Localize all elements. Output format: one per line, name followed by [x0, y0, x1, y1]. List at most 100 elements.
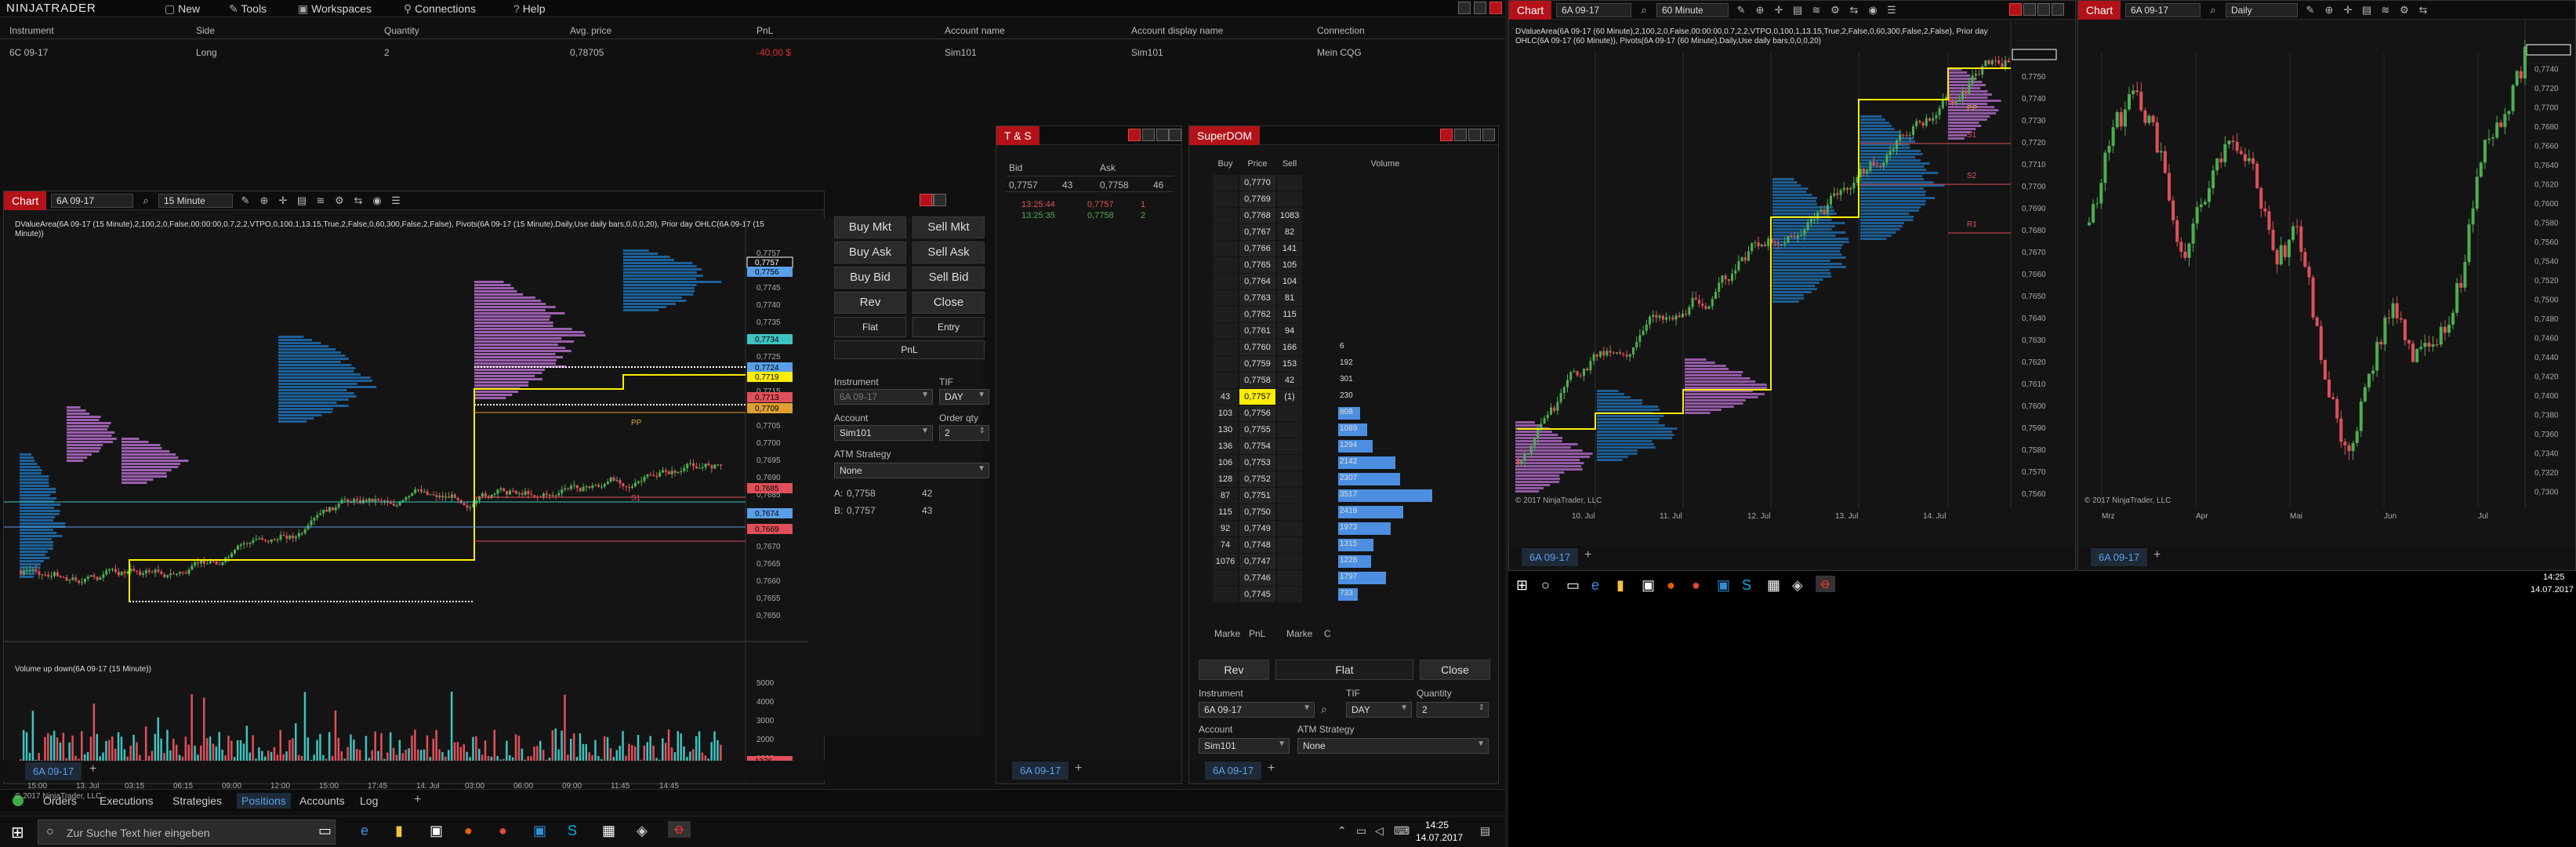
col-avg-price[interactable]: Avg. price: [570, 25, 611, 36]
ct-atm-select[interactable]: None ▼: [834, 463, 989, 478]
dom-row[interactable]: 0,7766 141: [1213, 241, 1448, 256]
dom-buy-cell[interactable]: 74: [1213, 537, 1238, 553]
search-box[interactable]: ○ Zur Suche Text hier eingeben: [38, 820, 336, 845]
dom-row[interactable]: 115 0,7750 2419: [1213, 504, 1448, 520]
store-icon[interactable]: ▣: [1642, 577, 1655, 594]
menu-connections[interactable]: ⚲ Connections: [404, 2, 476, 16]
explorer-icon[interactable]: ▮: [1616, 577, 1624, 594]
dom-row[interactable]: 1076 0,7747 1228: [1213, 554, 1448, 569]
dom-buy-cell[interactable]: [1213, 224, 1238, 240]
search-icon[interactable]: ⌕: [2207, 4, 2219, 16]
col-account-display[interactable]: Account display name: [1131, 25, 1223, 36]
app-icon[interactable]: ◈: [1792, 577, 1803, 594]
explorer-icon[interactable]: ▮: [395, 823, 403, 839]
col-side[interactable]: Side: [196, 25, 215, 36]
chart1-price-panel[interactable]: DValueArea(6A 09-17 (15 Minute),2,100,2,…: [4, 218, 824, 801]
chart2-x[interactable]: [2052, 3, 2064, 16]
dom-row[interactable]: 43 0,7757 (1) 230: [1213, 389, 1448, 405]
dom-buy-cell[interactable]: 136: [1213, 438, 1238, 454]
dom-sell-cell[interactable]: [1277, 537, 1302, 553]
dom-row[interactable]: 0,7761 94: [1213, 323, 1448, 339]
dom-sell-cell[interactable]: 82: [1277, 224, 1302, 240]
dom-tif-select[interactable]: DAY ▼: [1346, 702, 1412, 718]
zoom-icon[interactable]: ⊕: [2323, 4, 2335, 16]
task-view-icon[interactable]: ▭: [318, 823, 332, 839]
notifications-icon[interactable]: ▤: [1480, 824, 1490, 838]
tray-chevron-icon[interactable]: ⌃: [1337, 824, 1347, 838]
ts-close-button[interactable]: [1128, 129, 1141, 141]
chart2-instrument-select[interactable]: 6A 09-17: [1556, 3, 1631, 17]
menu-help[interactable]: ? Help: [513, 2, 545, 15]
dom-row[interactable]: 0,7762 115: [1213, 307, 1448, 322]
strategies-icon[interactable]: ⚙: [333, 194, 346, 207]
ts-max-button[interactable]: [1156, 129, 1169, 141]
dom-buy-cell[interactable]: 115: [1213, 504, 1238, 520]
dom-row[interactable]: 0,7746 1797: [1213, 570, 1448, 586]
dom-sell-cell[interactable]: [1277, 191, 1302, 207]
teamviewer-icon[interactable]: ▣: [533, 823, 546, 839]
firefox-icon[interactable]: ●: [1667, 577, 1675, 594]
chart2-tab[interactable]: 6A 09-17: [1522, 548, 1579, 566]
chart2-price-panel[interactable]: DValueArea(6A 09-17 (60 Minute),2,100,2,…: [1509, 21, 2075, 547]
properties-icon[interactable]: ▤: [1791, 4, 1804, 16]
dom-account-select[interactable]: Sim101 ▼: [1199, 738, 1290, 754]
task-view-icon[interactable]: ▭: [1566, 577, 1580, 594]
add-tab-icon[interactable]: +: [1584, 548, 1591, 562]
skype-icon[interactable]: S: [568, 823, 577, 839]
dom-sell-cell[interactable]: 42: [1277, 373, 1302, 388]
superdom-ladder[interactable]: Buy Price Sell Volume 0,7770 0,7769 0,7768…: [1213, 159, 1497, 653]
properties-icon[interactable]: ▤: [296, 194, 308, 207]
start-icon[interactable]: ⊞: [1516, 577, 1528, 594]
teamviewer-icon[interactable]: ▣: [1717, 577, 1730, 594]
chrome-icon[interactable]: ●: [499, 823, 507, 839]
ninjatrader-icon[interactable]: ꝋ: [1816, 576, 1835, 592]
dom-sell-cell[interactable]: (1): [1277, 389, 1302, 405]
sell-mkt-button[interactable]: Sell Mkt: [912, 216, 985, 238]
start-icon[interactable]: ⊞: [11, 823, 24, 842]
dom-buy-cell[interactable]: 1076: [1213, 554, 1238, 569]
buy-ask-button[interactable]: Buy Ask: [834, 242, 906, 264]
add-tab-icon[interactable]: +: [89, 762, 96, 776]
dom-sell-cell[interactable]: 115: [1277, 307, 1302, 322]
dom-row[interactable]: 0,7770: [1213, 175, 1448, 191]
keyboard-icon[interactable]: ⌨: [1394, 824, 1410, 838]
dom-sell-cell[interactable]: [1277, 438, 1302, 454]
dom-buy-cell[interactable]: [1213, 274, 1238, 289]
chart2-interval-select[interactable]: 60 Minute: [1656, 3, 1729, 17]
buy-bid-button[interactable]: Buy Bid: [834, 267, 906, 289]
indicators-icon[interactable]: ≋: [1810, 4, 1823, 16]
dom-row[interactable]: 0,7758 42 301: [1213, 373, 1448, 388]
chart1-instrument-select[interactable]: 6A 09-17: [51, 194, 133, 208]
dom-buy-cell[interactable]: 103: [1213, 405, 1238, 421]
dom-buy-cell[interactable]: 43: [1213, 389, 1238, 405]
ct-tif-select[interactable]: DAY ▼: [939, 389, 989, 405]
ts-tab[interactable]: 6A 09-17: [1012, 762, 1069, 780]
ct-account-select[interactable]: Sim101 ▼: [834, 425, 933, 441]
sell-ask-button[interactable]: Sell Ask: [912, 242, 985, 264]
dom-row[interactable]: 0,7759 153 192: [1213, 356, 1448, 372]
menu-tools[interactable]: ✎ Tools: [229, 2, 267, 16]
dom-sell-cell[interactable]: 141: [1277, 241, 1302, 256]
col-instrument[interactable]: Instrument: [9, 25, 54, 36]
calculator-icon[interactable]: ▦: [602, 823, 615, 839]
dom-foot-market-sell[interactable]: Marke: [1286, 628, 1312, 639]
strategies-icon[interactable]: ⚙: [2398, 4, 2411, 16]
dom-sell-cell[interactable]: [1277, 554, 1302, 569]
dom-row[interactable]: 103 0,7756 808: [1213, 405, 1448, 421]
chart1-tab[interactable]: 6A 09-17: [25, 762, 82, 780]
dom-row[interactable]: 74 0,7748 1315: [1213, 537, 1448, 553]
chart-trader-icon[interactable]: ⇆: [1848, 4, 1860, 16]
dom-buy-cell[interactable]: [1213, 323, 1238, 339]
indicators-icon[interactable]: ≋: [2379, 4, 2392, 16]
superdom-tab[interactable]: 6A 09-17: [1205, 762, 1262, 780]
ninjatrader-icon[interactable]: ꝋ: [668, 821, 691, 838]
cortana-icon[interactable]: ○: [1541, 577, 1550, 594]
dom-buy-cell[interactable]: [1213, 356, 1238, 372]
dom-row[interactable]: 87 0,7751 3517: [1213, 488, 1448, 503]
network-icon[interactable]: ▭: [1356, 824, 1366, 838]
col-pnl[interactable]: PnL: [756, 25, 773, 36]
ts-x-button[interactable]: [1169, 129, 1181, 141]
chart-trader-icon[interactable]: ⇆: [2417, 4, 2429, 16]
dom-buy-cell[interactable]: 92: [1213, 521, 1238, 536]
superdom-x-button[interactable]: [1482, 129, 1495, 141]
